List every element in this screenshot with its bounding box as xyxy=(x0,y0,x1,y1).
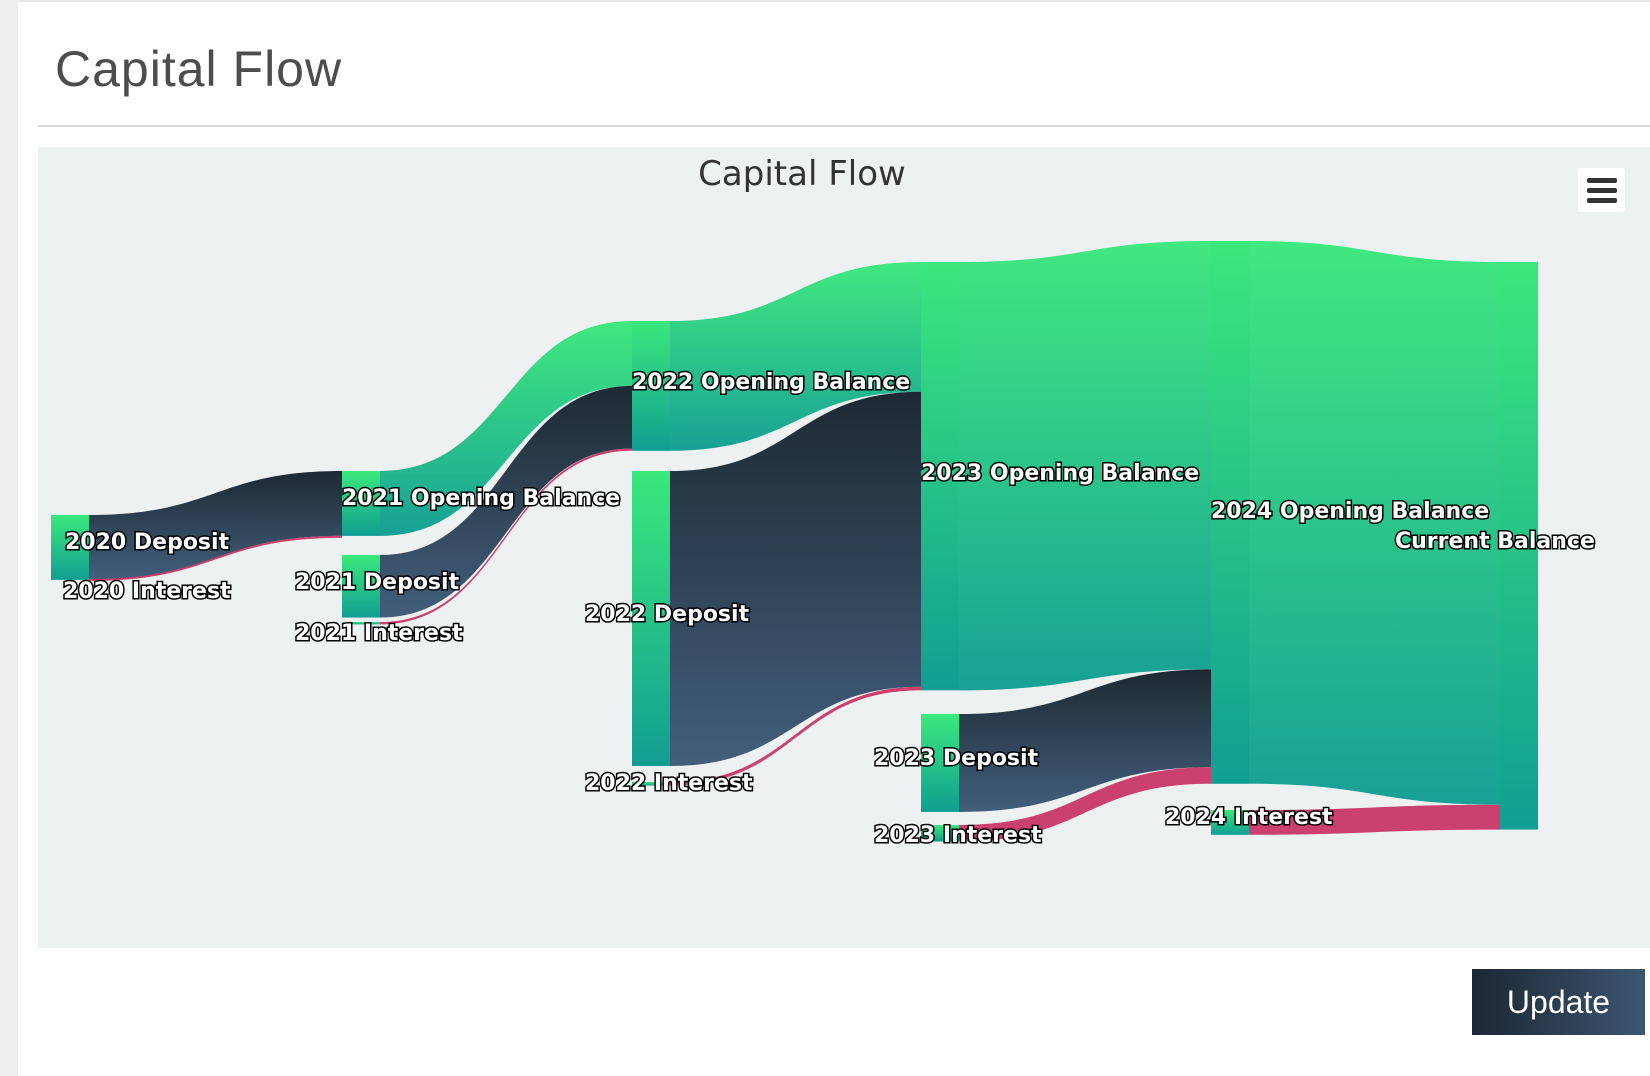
hamburger-icon-line xyxy=(1587,198,1617,203)
node-label-2023-interest: 2023 Interest xyxy=(874,823,1042,848)
update-button[interactable]: Update xyxy=(1472,969,1645,1035)
node-label-2024-opening-balance: 2024 Opening Balance xyxy=(1211,499,1489,524)
node-label-2020-interest: 2020 Interest xyxy=(63,579,231,604)
link-2020-deposit-to-2021-opening-balance[interactable] xyxy=(89,471,342,580)
page-title: Capital Flow xyxy=(55,41,343,97)
node-label-2024-interest: 2024 Interest xyxy=(1165,805,1333,830)
node-label-2022-opening-balance: 2022 Opening Balance xyxy=(632,370,910,395)
sankey-links xyxy=(89,241,1500,842)
hamburger-icon-line xyxy=(1587,188,1617,193)
node-label-2022-interest: 2022 Interest xyxy=(585,771,753,796)
node-label-current-balance: Current Balance xyxy=(1395,529,1595,554)
node-label-2021-deposit: 2021 Deposit xyxy=(295,570,460,595)
title-divider xyxy=(38,125,1650,127)
hamburger-icon xyxy=(1587,178,1617,183)
sankey-chart: Capital Flow 2020 Deposit 2020 Interest 20… xyxy=(51,154,1596,850)
node-label-2023-deposit: 2023 Deposit xyxy=(874,746,1039,771)
top-border xyxy=(18,0,1650,2)
node-label-2020-deposit: 2020 Deposit xyxy=(65,530,230,555)
node-label-2022-deposit: 2022 Deposit xyxy=(585,602,750,627)
node-label-2023-opening-balance: 2023 Opening Balance xyxy=(921,461,1199,486)
node-label-2021-opening-balance: 2021 Opening Balance xyxy=(342,486,620,511)
chart-title: Capital Flow xyxy=(698,154,906,194)
node-label-2021-interest: 2021 Interest xyxy=(295,621,463,646)
left-gutter xyxy=(0,0,18,1076)
chart-panel: Capital Flow 2020 Deposit 2020 Interest 20… xyxy=(38,147,1650,948)
chart-menu-button[interactable] xyxy=(1578,168,1625,212)
link-2023-deposit-to-2024-opening-balance[interactable] xyxy=(959,669,1211,812)
